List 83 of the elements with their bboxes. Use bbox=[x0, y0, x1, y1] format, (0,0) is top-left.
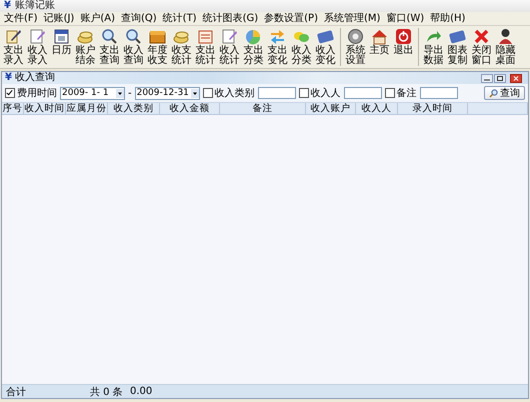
notepad-icon bbox=[221, 28, 238, 45]
caret-icon[interactable] bbox=[190, 88, 199, 98]
input-field[interactable] bbox=[258, 87, 296, 99]
toolbar-button[interactable]: 支出变化 bbox=[266, 28, 289, 66]
filter-label: 收入类别 bbox=[214, 86, 255, 100]
menu-item[interactable]: 帮助(H) bbox=[430, 14, 466, 24]
checkbox[interactable] bbox=[384, 88, 395, 98]
toolbar-button[interactable]: 收入录入 bbox=[26, 28, 49, 66]
window-title: 收入查询 bbox=[14, 73, 56, 83]
menu-item[interactable]: 参数设置(P) bbox=[264, 14, 318, 24]
record-count: 共 0 条 bbox=[90, 386, 124, 398]
close-icon[interactable] bbox=[507, 74, 525, 82]
filter-label: 费用时间 bbox=[17, 86, 57, 100]
toolbar-button[interactable]: 支出统计 bbox=[194, 28, 217, 66]
caret-icon[interactable] bbox=[116, 88, 124, 98]
toolbar-button[interactable]: 收入统计 bbox=[218, 28, 241, 66]
menu-item[interactable]: 记账(J) bbox=[44, 14, 74, 24]
search-icon bbox=[489, 88, 498, 98]
power-icon bbox=[395, 28, 412, 45]
house-icon bbox=[371, 28, 388, 45]
checkbox[interactable] bbox=[5, 88, 15, 98]
toolbar-button[interactable]: 账户结余 bbox=[74, 28, 97, 66]
menu-item[interactable]: 查询(Q) bbox=[120, 14, 157, 24]
pen-icon bbox=[5, 28, 22, 45]
column-header[interactable]: 备注 bbox=[220, 103, 306, 114]
range-dash: - bbox=[128, 88, 132, 98]
menu-item[interactable]: 统计(T) bbox=[162, 14, 197, 24]
menu-item[interactable]: 文件(F) bbox=[4, 14, 38, 24]
window-icon: ¥ bbox=[5, 73, 12, 83]
magnifier-icon bbox=[125, 28, 142, 45]
arrows-icon bbox=[269, 28, 286, 45]
toolbar-button[interactable]: 收支统计 bbox=[170, 28, 193, 66]
filter-label: 收入人 bbox=[310, 86, 341, 100]
toolbar-button[interactable]: 退出 bbox=[392, 28, 415, 56]
card-icon bbox=[317, 28, 334, 45]
magnifier-icon bbox=[101, 28, 118, 45]
filter-label: 备注 bbox=[396, 86, 417, 100]
column-header[interactable]: 收入人 bbox=[356, 103, 398, 114]
search-button[interactable]: 查询 bbox=[484, 86, 525, 100]
toolbar-button[interactable]: 导出数据 bbox=[422, 28, 445, 66]
total-label: 合计 bbox=[6, 386, 27, 398]
pie-chart-icon bbox=[245, 28, 262, 45]
toolbar-button[interactable]: 收入分类 bbox=[290, 28, 313, 66]
window-title: 账簿记账 bbox=[14, 1, 55, 11]
column-header[interactable]: 收入时间 bbox=[24, 103, 66, 114]
notepad-icon bbox=[29, 28, 46, 45]
restore-icon[interactable] bbox=[494, 74, 506, 82]
column-header[interactable]: 收入账户 bbox=[306, 103, 356, 114]
toolbar-button[interactable]: 关闭窗口 bbox=[470, 28, 493, 66]
close-icon bbox=[473, 28, 490, 45]
input-field[interactable] bbox=[344, 87, 382, 99]
column-header[interactable]: 录入时间 bbox=[398, 103, 468, 114]
toolbar-button[interactable]: 年度收支 bbox=[146, 28, 169, 66]
toolbar-button[interactable]: 支出分类 bbox=[242, 28, 265, 66]
menu-item[interactable]: 账户(A) bbox=[80, 14, 115, 24]
column-header[interactable]: 序号 bbox=[2, 103, 24, 114]
figure-icon bbox=[497, 28, 514, 45]
toolbar-button[interactable]: 主页 bbox=[368, 28, 391, 56]
input-field[interactable] bbox=[420, 87, 458, 99]
toolbar-button[interactable]: 收入变化 bbox=[314, 28, 337, 66]
column-header[interactable]: 应属月份 bbox=[66, 103, 108, 114]
chest-icon bbox=[149, 28, 166, 45]
date-field[interactable]: 2009-12-31 bbox=[134, 86, 200, 100]
calendar-icon bbox=[53, 28, 70, 45]
app-icon: ¥ bbox=[4, 1, 11, 11]
toolbar-button[interactable]: 支出录入 bbox=[2, 28, 25, 66]
column-header[interactable]: 收入金额 bbox=[160, 103, 220, 114]
column-header[interactable]: 收入类别 bbox=[108, 103, 160, 114]
menu-item[interactable]: 系统管理(M) bbox=[324, 14, 380, 24]
toolbar-button[interactable]: 系统设置 bbox=[344, 28, 367, 66]
minimize-icon[interactable] bbox=[481, 74, 493, 82]
total-amount: 0.00 bbox=[130, 386, 152, 397]
menu-item[interactable]: 窗口(W) bbox=[386, 14, 424, 24]
toolbar-button[interactable]: 隐藏桌面 bbox=[494, 28, 517, 66]
card-icon bbox=[449, 28, 466, 45]
menu-item[interactable]: 统计图表(G) bbox=[202, 14, 258, 24]
toolbar-button[interactable]: 支出查询 bbox=[98, 28, 121, 66]
date-field[interactable]: 2009- 1- 1 bbox=[60, 86, 125, 100]
checkbox[interactable] bbox=[298, 88, 309, 98]
toolbar-button[interactable]: 日历 bbox=[50, 28, 73, 56]
toolbar-button[interactable]: 收入查询 bbox=[122, 28, 145, 66]
checkbox[interactable] bbox=[202, 88, 213, 98]
toolbar-button[interactable]: 图表复制 bbox=[446, 28, 469, 66]
